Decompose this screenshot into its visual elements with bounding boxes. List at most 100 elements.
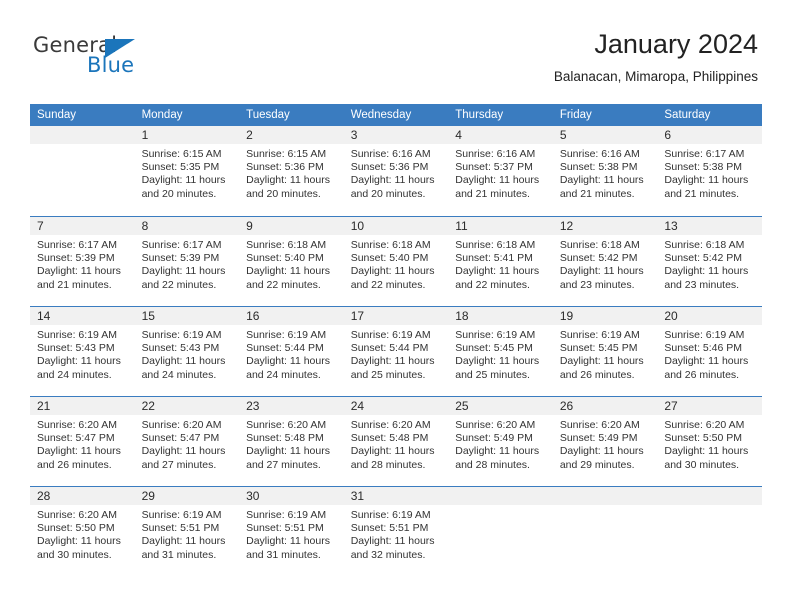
day-detail-line: Daylight: 11 hours: [37, 445, 121, 458]
day-detail-line: Sunset: 5:48 PM: [350, 432, 429, 445]
day-number: 16: [246, 309, 260, 323]
calendar-day-cell[interactable]: 9 Sunrise: 6:18 AM Sunset: 5:40 PM Daylight…: [239, 216, 344, 306]
calendar-day-cell[interactable]: 8 Sunrise: 6:17 AM Sunset: 5:39 PM Daylight…: [134, 216, 240, 306]
brand-logo: General Blue: [33, 33, 173, 81]
day-number-band: 1: [134, 126, 240, 144]
day-detail-line: Sunrise: 6:15 AM: [246, 148, 327, 160]
day-detail-list: Sunrise: 6:16 AM Sunset: 5:38 PM Daylight:…: [553, 144, 658, 201]
day-detail-line: Daylight: 11 hours: [350, 265, 435, 278]
day-detail-list: Sunrise: 6:20 AM Sunset: 5:49 PM Daylight:…: [448, 415, 553, 472]
calendar-day-cell[interactable]: 17 Sunrise: 6:19 AM Sunset: 5:44 PM Dayligh…: [343, 306, 449, 396]
calendar-day-cell[interactable]: [448, 486, 553, 576]
calendar-day-cell[interactable]: 30 Sunrise: 6:19 AM Sunset: 5:51 PM Dayligh…: [239, 486, 344, 576]
day-detail-line: Daylight: 11 hours: [559, 355, 644, 368]
day-number-band: 2: [239, 126, 344, 144]
calendar-day-cell[interactable]: 25 Sunrise: 6:20 AM Sunset: 5:49 PM Dayligh…: [448, 396, 553, 486]
calendar-day-cell[interactable]: 20 Sunrise: 6:19 AM Sunset: 5:46 PM Dayligh…: [657, 306, 762, 396]
day-detail-line: Daylight: 11 hours: [141, 445, 226, 458]
calendar-day-cell[interactable]: 11 Sunrise: 6:18 AM Sunset: 5:41 PM Dayligh…: [448, 216, 553, 306]
day-detail-line: Daylight: 11 hours: [246, 535, 330, 548]
calendar-day-cell[interactable]: 2 Sunrise: 6:15 AM Sunset: 5:36 PM Daylight…: [239, 126, 344, 216]
day-detail-line: and 24 minutes.: [37, 368, 112, 381]
day-number: 2: [246, 128, 253, 142]
day-cell-inner: 30 Sunrise: 6:19 AM Sunset: 5:51 PM Dayligh…: [239, 486, 344, 576]
day-cell-inner: 20 Sunrise: 6:19 AM Sunset: 5:46 PM Dayligh…: [657, 306, 762, 396]
day-detail-line: Sunrise: 6:20 AM: [455, 419, 536, 431]
calendar-day-cell[interactable]: 16 Sunrise: 6:19 AM Sunset: 5:44 PM Dayligh…: [239, 306, 344, 396]
calendar-day-cell[interactable]: [552, 486, 658, 576]
day-detail-line: and 21 minutes.: [37, 278, 112, 291]
calendar-day-cell[interactable]: 29 Sunrise: 6:19 AM Sunset: 5:51 PM Dayligh…: [134, 486, 240, 576]
calendar-day-cell[interactable]: 13 Sunrise: 6:18 AM Sunset: 5:42 PM Dayligh…: [657, 216, 762, 306]
calendar-day-cell[interactable]: 10 Sunrise: 6:18 AM Sunset: 5:40 PM Dayligh…: [343, 216, 449, 306]
calendar-day-cell[interactable]: 31 Sunrise: 6:19 AM Sunset: 5:51 PM Dayligh…: [343, 486, 449, 576]
day-detail-list: [657, 505, 762, 509]
day-detail-line: Daylight: 11 hours: [37, 535, 121, 548]
calendar-day-cell[interactable]: 12 Sunrise: 6:18 AM Sunset: 5:42 PM Dayligh…: [552, 216, 658, 306]
calendar-header-row: Sunday Monday Tuesday Wednesday Thursday…: [30, 104, 762, 126]
day-cell-inner: 26 Sunrise: 6:20 AM Sunset: 5:49 PM Dayligh…: [552, 396, 658, 486]
day-number-band: 7: [30, 217, 135, 235]
calendar-table: Sunday Monday Tuesday Wednesday Thursday…: [30, 104, 762, 576]
day-detail-line: Daylight: 11 hours: [246, 265, 330, 278]
calendar-day-cell[interactable]: 26 Sunrise: 6:20 AM Sunset: 5:49 PM Dayligh…: [552, 396, 658, 486]
calendar-day-cell[interactable]: 19 Sunrise: 6:19 AM Sunset: 5:45 PM Dayligh…: [552, 306, 658, 396]
calendar-day-cell[interactable]: 3 Sunrise: 6:16 AM Sunset: 5:36 PM Daylight…: [343, 126, 449, 216]
day-number: 4: [455, 128, 462, 142]
day-detail-list: Sunrise: 6:20 AM Sunset: 5:47 PM Daylight:…: [30, 415, 135, 472]
day-cell-inner: 5 Sunrise: 6:16 AM Sunset: 5:38 PM Daylight…: [552, 126, 658, 216]
day-number: 5: [559, 128, 567, 142]
day-detail-line: Sunset: 5:47 PM: [37, 432, 115, 445]
day-detail-line: Daylight: 11 hours: [559, 265, 644, 278]
day-detail-line: Sunset: 5:44 PM: [246, 342, 324, 355]
day-detail-line: Daylight: 11 hours: [350, 355, 435, 368]
page-title: January 2024: [594, 29, 758, 59]
calendar-day-cell[interactable]: 14 Sunrise: 6:19 AM Sunset: 5:43 PM Dayligh…: [30, 306, 135, 396]
day-number: 28: [37, 489, 51, 503]
title-block: January 2024 Balanacan, Mimaropa, Philip…: [554, 28, 758, 87]
day-detail-list: Sunrise: 6:19 AM Sunset: 5:43 PM Daylight:…: [135, 325, 240, 382]
calendar-day-cell[interactable]: [30, 126, 135, 216]
calendar-day-cell[interactable]: 4 Sunrise: 6:16 AM Sunset: 5:37 PM Daylight…: [448, 126, 553, 216]
day-detail-line: and 26 minutes.: [559, 368, 635, 381]
day-detail-line: Daylight: 11 hours: [350, 174, 435, 187]
calendar-day-cell[interactable]: 27 Sunrise: 6:20 AM Sunset: 5:50 PM Dayligh…: [657, 396, 762, 486]
calendar-day-cell[interactable]: [657, 486, 762, 576]
day-detail-line: Daylight: 11 hours: [246, 174, 330, 187]
day-detail-line: Sunset: 5:50 PM: [37, 522, 115, 535]
day-detail-line: Sunrise: 6:20 AM: [37, 509, 117, 521]
day-number: 1: [141, 128, 149, 142]
day-detail-line: and 26 minutes.: [664, 368, 740, 381]
day-number-band: 21: [30, 397, 135, 415]
day-number-band: 26: [552, 397, 658, 415]
calendar-day-cell[interactable]: 5 Sunrise: 6:16 AM Sunset: 5:38 PM Daylight…: [552, 126, 658, 216]
day-number: [657, 487, 762, 489]
day-number: 24: [350, 399, 365, 413]
weekday-header-wednesday: Wednesday: [343, 104, 449, 126]
day-cell-inner: 17 Sunrise: 6:19 AM Sunset: 5:44 PM Dayligh…: [343, 306, 449, 396]
day-detail-line: Sunrise: 6:20 AM: [246, 419, 327, 431]
day-detail-line: Sunset: 5:39 PM: [37, 252, 115, 265]
calendar-day-cell[interactable]: 24 Sunrise: 6:20 AM Sunset: 5:48 PM Dayligh…: [343, 396, 449, 486]
day-detail-list: Sunrise: 6:17 AM Sunset: 5:39 PM Daylight:…: [30, 235, 135, 292]
calendar-day-cell[interactable]: 22 Sunrise: 6:20 AM Sunset: 5:47 PM Dayligh…: [134, 396, 240, 486]
calendar-day-cell[interactable]: 7 Sunrise: 6:17 AM Sunset: 5:39 PM Daylight…: [30, 216, 135, 306]
day-detail-list: Sunrise: 6:20 AM Sunset: 5:48 PM Daylight:…: [344, 415, 449, 472]
day-detail-line: Sunrise: 6:19 AM: [455, 329, 536, 341]
day-detail-line: Sunrise: 6:20 AM: [37, 419, 117, 431]
day-detail-line: Sunset: 5:42 PM: [664, 252, 743, 265]
day-number-band: 25: [448, 397, 553, 415]
day-detail-line: Sunrise: 6:17 AM: [141, 239, 222, 251]
calendar-day-cell[interactable]: 23 Sunrise: 6:20 AM Sunset: 5:48 PM Dayligh…: [239, 396, 344, 486]
calendar-day-cell[interactable]: 15 Sunrise: 6:19 AM Sunset: 5:43 PM Dayligh…: [134, 306, 240, 396]
calendar-day-cell[interactable]: 18 Sunrise: 6:19 AM Sunset: 5:45 PM Dayligh…: [448, 306, 553, 396]
day-number-band: 11: [448, 217, 553, 235]
day-number-band: 3: [343, 126, 449, 144]
day-number: 11: [455, 219, 468, 233]
day-detail-line: Sunrise: 6:17 AM: [37, 239, 117, 251]
calendar-day-cell[interactable]: 1 Sunrise: 6:15 AM Sunset: 5:35 PM Daylight…: [134, 126, 240, 216]
weekday-header-tuesday: Tuesday: [239, 104, 344, 126]
calendar-day-cell[interactable]: 28 Sunrise: 6:20 AM Sunset: 5:50 PM Dayligh…: [30, 486, 135, 576]
calendar-day-cell[interactable]: 6 Sunrise: 6:17 AM Sunset: 5:38 PM Daylight…: [657, 126, 762, 216]
calendar-day-cell[interactable]: 21 Sunrise: 6:20 AM Sunset: 5:47 PM Dayligh…: [30, 396, 135, 486]
